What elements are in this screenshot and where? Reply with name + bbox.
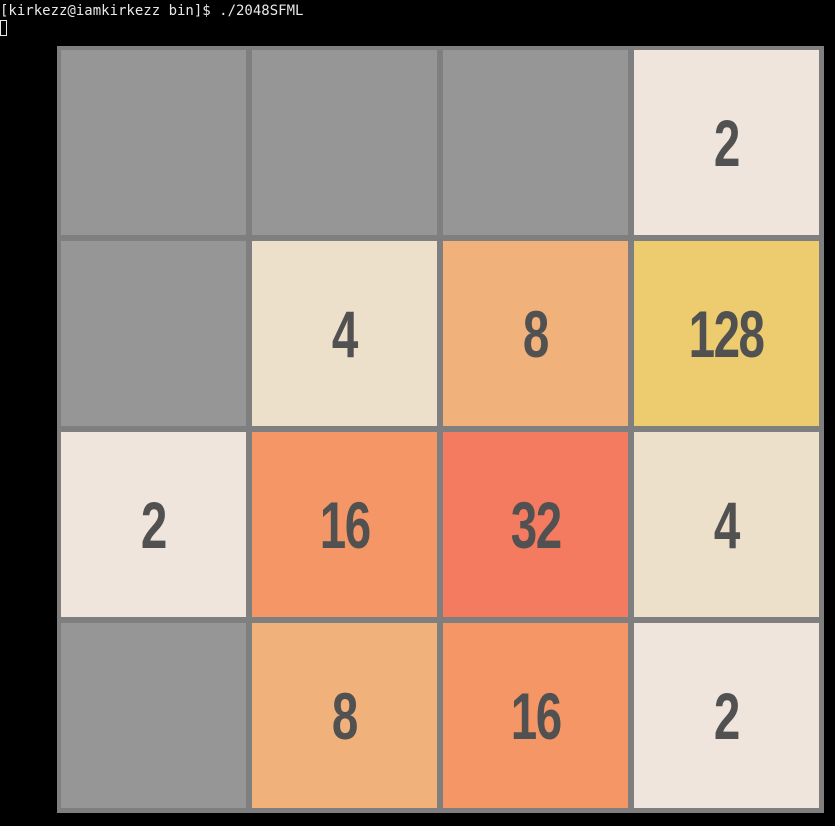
tile-value: 16	[510, 678, 562, 753]
tile-value: 2	[714, 105, 740, 180]
tile-r2-c3: 8	[443, 241, 628, 426]
tile-value: 8	[523, 296, 549, 371]
tile-r2-c1	[61, 241, 246, 426]
tile-value: 4	[332, 296, 358, 371]
tile-r1-c1	[61, 50, 246, 235]
tile-r4-c4: 2	[634, 623, 819, 808]
tile-value: 32	[510, 487, 562, 562]
tile-r3-c3: 32	[443, 432, 628, 617]
tile-r2-c4: 128	[634, 241, 819, 426]
tile-value: 8	[332, 678, 358, 753]
terminal-prompt-line: [kirkezz@iamkirkezz bin]$ ./2048SFML	[0, 3, 304, 19]
tile-r3-c4: 4	[634, 432, 819, 617]
game-board[interactable]: 2 4 8 128 2 16 32 4 8 16 2	[57, 46, 824, 813]
tile-value: 4	[714, 487, 740, 562]
tile-r1-c2	[252, 50, 437, 235]
tile-value: 128	[689, 296, 765, 371]
tile-r4-c3: 16	[443, 623, 628, 808]
tile-r3-c2: 16	[252, 432, 437, 617]
tile-value: 16	[319, 487, 371, 562]
tile-r4-c1	[61, 623, 246, 808]
tile-r1-c4: 2	[634, 50, 819, 235]
tile-value: 2	[714, 678, 740, 753]
tile-r2-c2: 4	[252, 241, 437, 426]
tile-r3-c1: 2	[61, 432, 246, 617]
tile-r1-c3	[443, 50, 628, 235]
tile-r4-c2: 8	[252, 623, 437, 808]
tile-value: 2	[141, 487, 167, 562]
terminal-cursor	[0, 20, 7, 36]
